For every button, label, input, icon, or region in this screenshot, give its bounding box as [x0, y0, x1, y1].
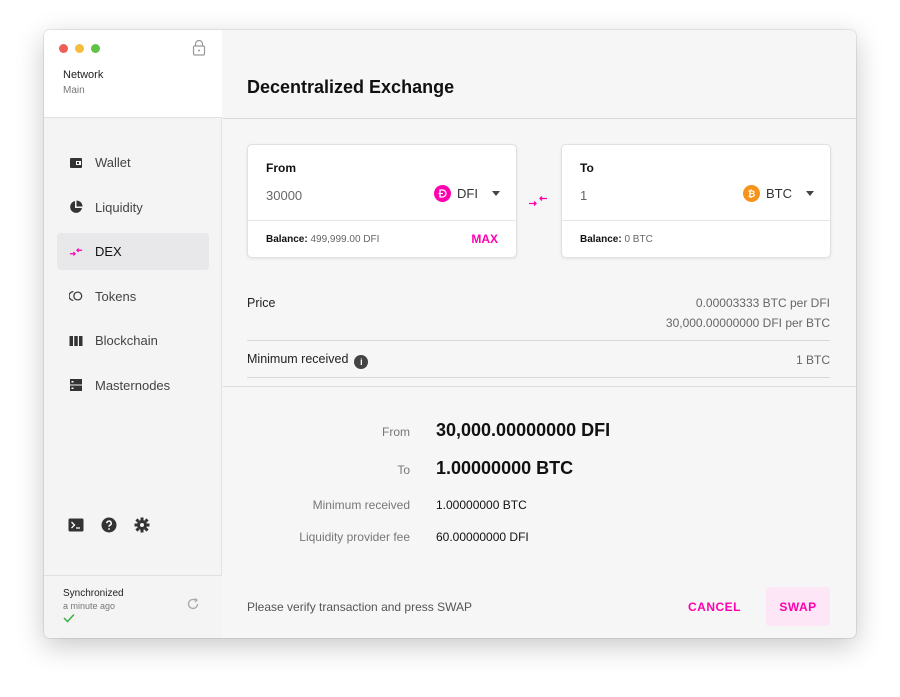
sidebar-item-label: Liquidity — [95, 199, 143, 215]
from-amount-input[interactable] — [266, 188, 386, 203]
summary-from-label: From — [382, 425, 410, 439]
pie-chart-icon — [69, 200, 83, 214]
swap-direction-icon[interactable] — [528, 194, 548, 208]
gear-icon[interactable] — [134, 517, 150, 533]
btc-token-icon: ₿ — [743, 185, 760, 202]
sidebar-header: Network Main — [44, 30, 222, 118]
sync-time: a minute ago — [63, 601, 116, 611]
lock-icon[interactable] — [192, 39, 206, 57]
sidebar-nav: Wallet Liquidity DEX Tokens Blockchain M… — [57, 144, 209, 411]
sidebar: Network Main Wallet Liquidity DEX Tokens… — [44, 30, 222, 638]
maximize-window-button[interactable] — [91, 44, 100, 53]
server-icon — [69, 378, 83, 392]
from-token-select[interactable]: DFI — [434, 185, 500, 202]
network-value: Main — [63, 85, 85, 96]
refresh-icon[interactable] — [186, 597, 200, 611]
summary-fee-value: 60.00000000 DFI — [436, 530, 529, 544]
verify-note: Please verify transaction and press SWAP — [247, 600, 472, 614]
max-button[interactable]: MAX — [471, 232, 498, 246]
from-balance-label: Balance: — [266, 234, 308, 245]
to-token-label: BTC — [766, 186, 792, 201]
main-content: Decentralized Exchange From DFI Balance:… — [223, 30, 856, 638]
divider — [247, 340, 830, 341]
from-balance-value: 499,999.00 DFI — [310, 234, 380, 245]
page-title: Decentralized Exchange — [247, 77, 455, 97]
wallet-icon — [69, 156, 83, 170]
sidebar-item-tokens[interactable]: Tokens — [57, 278, 209, 315]
sidebar-item-label: DEX — [95, 244, 122, 259]
to-balance: Balance: 0 BTC — [580, 234, 653, 245]
sidebar-item-label: Blockchain — [95, 333, 158, 348]
minimum-received-label: Minimum received — [247, 352, 349, 366]
network-label: Network — [63, 69, 104, 81]
to-balance-label: Balance: — [580, 234, 622, 245]
minimum-received-row: Minimum received i — [247, 352, 369, 369]
summary-min-label: Minimum received — [312, 498, 410, 512]
app-window: Network Main Wallet Liquidity DEX Tokens… — [44, 30, 856, 638]
summary-fee-label: Liquidity provider fee — [299, 530, 410, 544]
sidebar-item-label: Tokens — [95, 288, 137, 304]
summary-to-value: 1.00000000 BTC — [436, 458, 574, 478]
summary-from-value: 30,000.00000000 DFI — [436, 420, 611, 440]
from-label: From — [266, 161, 296, 175]
dfi-token-icon — [434, 185, 452, 202]
minimize-window-button[interactable] — [75, 44, 84, 53]
from-balance: Balance: 499,999.00 DFI — [266, 234, 379, 245]
page-header: Decentralized Exchange — [223, 30, 856, 119]
blockchain-icon — [69, 334, 83, 348]
help-icon[interactable] — [101, 517, 117, 533]
price-dfi-per-btc: 30,000.00000000 DFI per BTC — [665, 316, 830, 330]
divider — [247, 377, 830, 378]
info-icon[interactable]: i — [354, 355, 369, 369]
divider — [562, 220, 830, 221]
tokens-icon — [69, 289, 83, 303]
sidebar-item-label: Masternodes — [95, 377, 171, 393]
chevron-down-icon — [492, 191, 500, 196]
to-label: To — [580, 161, 594, 175]
swap-arrows-icon — [69, 245, 83, 259]
close-window-button[interactable] — [59, 44, 68, 53]
to-balance-value: 0 BTC — [624, 234, 653, 245]
price-label: Price — [247, 296, 276, 310]
to-amount-input[interactable] — [580, 188, 700, 203]
sidebar-item-label: Wallet — [95, 155, 131, 170]
summary-min-value: 1.00000000 BTC — [436, 498, 527, 512]
summary-to-label: To — [397, 463, 410, 477]
from-token-label: DFI — [457, 186, 478, 201]
check-icon — [63, 613, 75, 623]
sidebar-item-masternodes[interactable]: Masternodes — [57, 367, 209, 404]
chevron-down-icon — [806, 191, 814, 196]
cancel-button[interactable]: CANCEL — [688, 600, 741, 614]
minimum-received-value: 1 BTC — [795, 353, 830, 367]
swap-button[interactable]: SWAP — [766, 587, 830, 626]
divider — [248, 220, 516, 221]
price-btc-per-dfi: 0.00003333 BTC per DFI — [695, 296, 830, 310]
from-card: From DFI Balance: 499,999.00 DFI MAX — [247, 144, 517, 258]
sync-title: Synchronized — [63, 588, 124, 599]
sidebar-item-liquidity[interactable]: Liquidity — [57, 189, 209, 226]
sidebar-item-blockchain[interactable]: Blockchain — [57, 322, 209, 359]
to-token-select[interactable]: ₿ BTC — [743, 185, 814, 202]
sidebar-item-dex[interactable]: DEX — [57, 233, 209, 270]
sync-status: Synchronized a minute ago — [44, 575, 222, 638]
terminal-icon[interactable] — [68, 517, 84, 533]
sidebar-tools — [68, 517, 150, 533]
sidebar-item-wallet[interactable]: Wallet — [57, 144, 209, 181]
to-card: To ₿ BTC Balance: 0 BTC — [561, 144, 831, 258]
